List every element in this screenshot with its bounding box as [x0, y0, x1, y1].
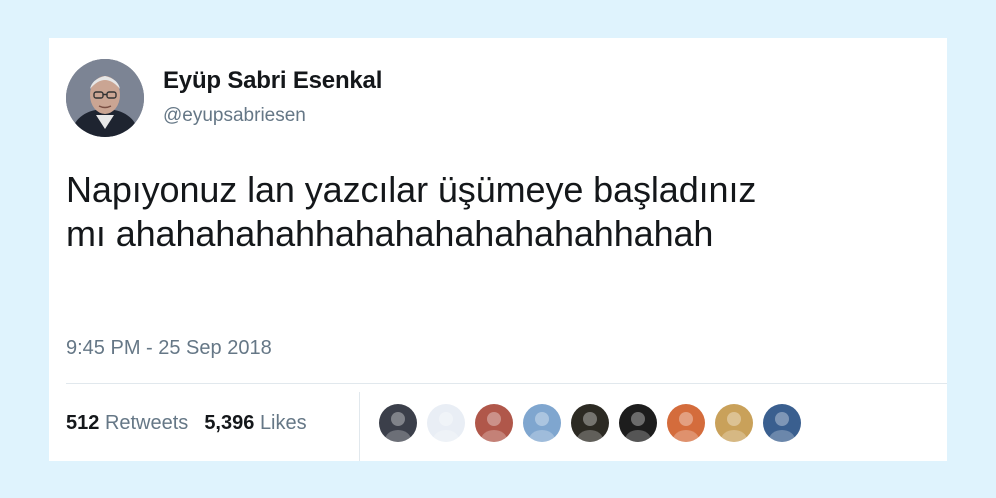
liker-avatar[interactable] [715, 404, 753, 442]
liker-avatar[interactable] [763, 404, 801, 442]
liker-avatar-icon [475, 404, 513, 442]
liker-avatar-icon [715, 404, 753, 442]
retweets-count: 512 [66, 412, 100, 434]
tweet-text-line: mı ahahahahahhahahahahahahahhahah [66, 213, 714, 254]
liker-avatar[interactable] [379, 404, 417, 442]
liker-avatar[interactable] [427, 404, 465, 442]
liker-avatar-icon [523, 404, 561, 442]
liker-avatars [379, 404, 811, 444]
liker-avatar-icon [427, 404, 465, 442]
tweet-stats: 512 Retweets 5,396 Likes [66, 412, 307, 435]
tweet-card: Eyüp Sabri Esenkal @eyupsabriesen Napıyo… [49, 38, 947, 461]
retweets-stat[interactable]: 512 Retweets [66, 412, 188, 434]
likes-stat[interactable]: 5,396 Likes [204, 412, 306, 434]
liker-avatar-icon [379, 404, 417, 442]
stats-divider [359, 392, 360, 461]
liker-avatar[interactable] [619, 404, 657, 442]
liker-avatar[interactable] [523, 404, 561, 442]
tweet-text: Napıyonuz lan yazcılar üşümeye başladını… [66, 168, 946, 256]
author-name[interactable]: Eyüp Sabri Esenkal [163, 67, 382, 95]
likes-label: Likes [259, 412, 307, 434]
liker-avatar[interactable] [571, 404, 609, 442]
liker-avatar-icon [667, 404, 705, 442]
profile-photo-icon [66, 59, 144, 137]
tweet-timestamp[interactable]: 9:45 PM - 25 Sep 2018 [66, 337, 272, 360]
author-handle[interactable]: @eyupsabriesen [163, 105, 306, 127]
retweets-label: Retweets [104, 412, 189, 434]
liker-avatar[interactable] [667, 404, 705, 442]
liker-avatar-icon [571, 404, 609, 442]
liker-avatar[interactable] [475, 404, 513, 442]
likes-count: 5,396 [204, 412, 255, 434]
divider [66, 383, 947, 384]
liker-avatar-icon [763, 404, 801, 442]
tweet-text-line: Napıyonuz lan yazcılar üşümeye başladını… [66, 169, 757, 210]
author-avatar[interactable] [66, 59, 144, 137]
liker-avatar-icon [619, 404, 657, 442]
